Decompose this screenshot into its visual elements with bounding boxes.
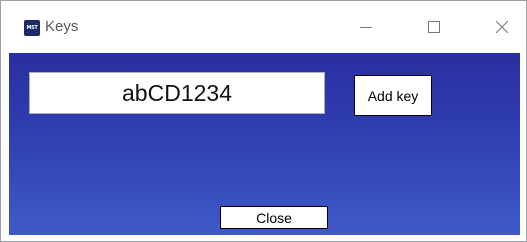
app-icon-text: MST xyxy=(26,25,38,31)
title-bar[interactable]: MST Keys xyxy=(1,1,526,53)
add-key-button[interactable]: Add key xyxy=(354,75,432,116)
window-title: Keys xyxy=(45,18,79,35)
client-area: Add key Close xyxy=(9,53,520,235)
maximize-icon xyxy=(428,21,440,33)
app-icon: MST xyxy=(24,20,40,36)
close-button[interactable]: Close xyxy=(220,206,328,229)
key-input[interactable] xyxy=(29,72,325,114)
maximize-button[interactable] xyxy=(411,11,457,43)
minimize-button[interactable] xyxy=(343,11,389,43)
minimize-icon xyxy=(360,27,372,28)
window-close-button[interactable] xyxy=(479,11,525,43)
keys-window: MST Keys Add key Close xyxy=(0,0,527,242)
close-icon xyxy=(496,21,508,33)
